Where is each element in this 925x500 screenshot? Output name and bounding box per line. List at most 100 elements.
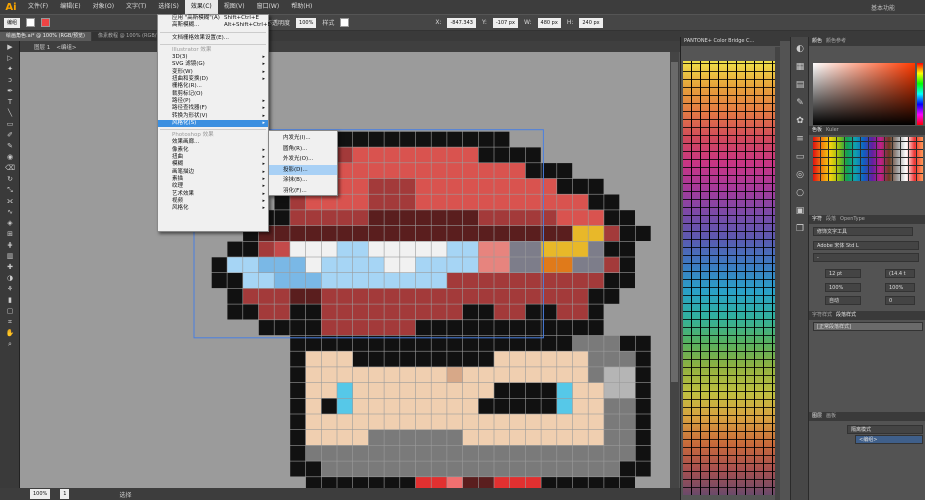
perspective-tool-icon[interactable]: ⊞: [3, 230, 17, 239]
menu-item[interactable]: SVG 滤镜(G): [158, 61, 268, 69]
menu-item[interactable]: 裁剪标记(O): [158, 91, 268, 98]
direct-select-tool-icon[interactable]: ▷: [3, 54, 17, 63]
zoom-tool-icon[interactable]: ⌕: [3, 340, 17, 349]
menu-item[interactable]: 文档栅格效果设置(E)...: [158, 35, 268, 42]
h-input[interactable]: 240 px: [579, 17, 603, 28]
tab-character-styles[interactable]: 字符样式: [812, 311, 832, 320]
mesh-tool-icon[interactable]: ⋕: [3, 241, 17, 250]
leading-input[interactable]: (14.4 t: [885, 269, 915, 278]
w-input[interactable]: 480 px: [537, 17, 561, 28]
menu-5[interactable]: 效果(C): [184, 0, 218, 14]
menu-item[interactable]: 风格化: [158, 205, 268, 213]
opacity-input[interactable]: 100%: [296, 17, 317, 28]
submenu-item[interactable]: 羽化(F)...: [269, 186, 337, 197]
menu-2[interactable]: 对象(O): [87, 0, 120, 14]
pantone-scrollbar[interactable]: [775, 47, 780, 500]
font-style-select[interactable]: -: [813, 253, 919, 262]
menu-1[interactable]: 编辑(E): [54, 0, 86, 14]
color-guide-icon[interactable]: ▦: [794, 61, 806, 73]
layers-icon[interactable]: ❐: [794, 223, 806, 235]
submenu-item[interactable]: 圆角(R)...: [269, 144, 337, 155]
slice-tool-icon[interactable]: ⌗: [3, 318, 17, 327]
width-tool-icon[interactable]: ⟗: [3, 197, 17, 206]
menu-7[interactable]: 窗口(W): [251, 0, 286, 14]
eraser-tool-icon[interactable]: ⌫: [3, 164, 17, 173]
artboard-canvas[interactable]: [20, 52, 670, 488]
layer-group[interactable]: <编组>: [855, 435, 923, 444]
y-input[interactable]: -107 px: [492, 17, 518, 28]
menu-item[interactable]: 路径查找器(F): [158, 105, 268, 113]
swatches-icon[interactable]: ▤: [794, 79, 806, 91]
tab-color[interactable]: 颜色: [812, 37, 822, 46]
pencil-tool-icon[interactable]: ✎: [3, 142, 17, 151]
rotate-tool-icon[interactable]: ↻: [3, 175, 17, 184]
submenu-item[interactable]: 内发光(I)...: [269, 133, 337, 144]
paragraph-style-item[interactable]: [正常段落样式]: [813, 322, 923, 331]
menu-3[interactable]: 文字(T): [120, 0, 152, 14]
breadcrumb-layer[interactable]: 图层 1: [34, 43, 50, 51]
tab-character[interactable]: 字符: [812, 215, 822, 224]
menu-item[interactable]: 高斯模糊... Alt+Shift+Ctrl+E: [158, 22, 271, 29]
symbol-tool-icon[interactable]: ⚘: [3, 285, 17, 294]
type-tool-icon[interactable]: T: [3, 98, 17, 107]
breadcrumb-group[interactable]: <编组>: [56, 43, 76, 51]
tab-swatches[interactable]: 色板: [812, 126, 822, 135]
document-tab[interactable]: 绘画角色.ai* @ 100% (RGB/预览): [0, 32, 91, 41]
menu-item[interactable]: 艺术效果: [158, 191, 268, 199]
menu-item[interactable]: 风格化(S): [158, 119, 268, 127]
vertical-scale-input[interactable]: 100%: [825, 283, 861, 292]
pointer-tool-icon[interactable]: ▶: [3, 43, 17, 52]
menu-8[interactable]: 帮助(H): [285, 0, 318, 14]
menu-item[interactable]: 像素化: [158, 147, 268, 155]
gradient-icon[interactable]: ▭: [794, 151, 806, 163]
tab-paragraph[interactable]: 段落: [826, 215, 836, 224]
horizontal-scale-input[interactable]: 100%: [885, 283, 915, 292]
warp-tool-icon[interactable]: ∿: [3, 208, 17, 217]
zoom-select[interactable]: 100%: [30, 489, 51, 499]
stroke-swatch[interactable]: [41, 18, 51, 27]
menu-item[interactable]: 模糊: [158, 161, 268, 169]
hue-slider[interactable]: [917, 63, 923, 125]
layer-isolation-mode[interactable]: 隔离模式: [847, 425, 923, 434]
eyedropper-tool-icon[interactable]: ✚: [3, 263, 17, 272]
submenu-item[interactable]: 外发光(O)...: [269, 154, 337, 165]
menu-item[interactable]: 栅格化(R)...: [158, 83, 268, 90]
pen-tool-icon[interactable]: ✒: [3, 87, 17, 96]
graphic-styles-icon[interactable]: ▣: [794, 205, 806, 217]
tab-layers[interactable]: 图层: [812, 412, 822, 421]
swatch-grid[interactable]: [813, 137, 923, 181]
menu-6[interactable]: 视图(V): [218, 0, 251, 14]
style-swatch[interactable]: [340, 18, 350, 27]
pantone-swatch-grid[interactable]: [683, 61, 775, 495]
submenu-item[interactable]: 投影(D)...: [269, 164, 337, 175]
scale-tool-icon[interactable]: ⤡: [3, 186, 17, 195]
blend-tool-icon[interactable]: ◑: [3, 274, 17, 283]
artboard-tool-icon[interactable]: ▢: [3, 307, 17, 316]
blob-tool-icon[interactable]: ◉: [3, 153, 17, 162]
vertical-scrollbar[interactable]: [670, 52, 679, 488]
artboard-number[interactable]: 1: [60, 489, 70, 499]
menu-item[interactable]: 转换为形状(V): [158, 113, 268, 121]
x-input[interactable]: -847.343: [447, 17, 476, 28]
workspace-switcher[interactable]: 基本功能: [871, 3, 925, 12]
tab-opentype[interactable]: OpenType: [840, 215, 865, 224]
tab-paragraph-styles[interactable]: 段落样式: [836, 311, 856, 320]
brush-tool-icon[interactable]: ✐: [3, 131, 17, 140]
rect-tool-icon[interactable]: ▭: [3, 120, 17, 129]
graph-tool-icon[interactable]: ▮: [3, 296, 17, 305]
font-family-select[interactable]: Adobe 宋体 Std L: [813, 241, 919, 250]
menu-item[interactable]: 效果画廊...: [158, 139, 268, 146]
touch-type-tool[interactable]: 修饰文字工具: [813, 227, 913, 236]
menu-item[interactable]: 画笔描边: [158, 169, 268, 177]
tracking-input[interactable]: 0: [885, 296, 915, 305]
fill-swatch[interactable]: [26, 18, 36, 27]
color-panel-icon[interactable]: ◐: [794, 43, 806, 55]
brushes-icon[interactable]: ✎: [794, 97, 806, 109]
stroke-icon[interactable]: ≡: [794, 133, 806, 145]
font-size-input[interactable]: 12 pt: [825, 269, 861, 278]
symbols-icon[interactable]: ✿: [794, 115, 806, 127]
line-tool-icon[interactable]: ╲: [3, 109, 17, 118]
tab-kuler[interactable]: Kuler: [826, 126, 839, 135]
menu-item[interactable]: 变形(W): [158, 69, 268, 77]
submenu-item[interactable]: 涂抹(B)...: [269, 175, 337, 186]
